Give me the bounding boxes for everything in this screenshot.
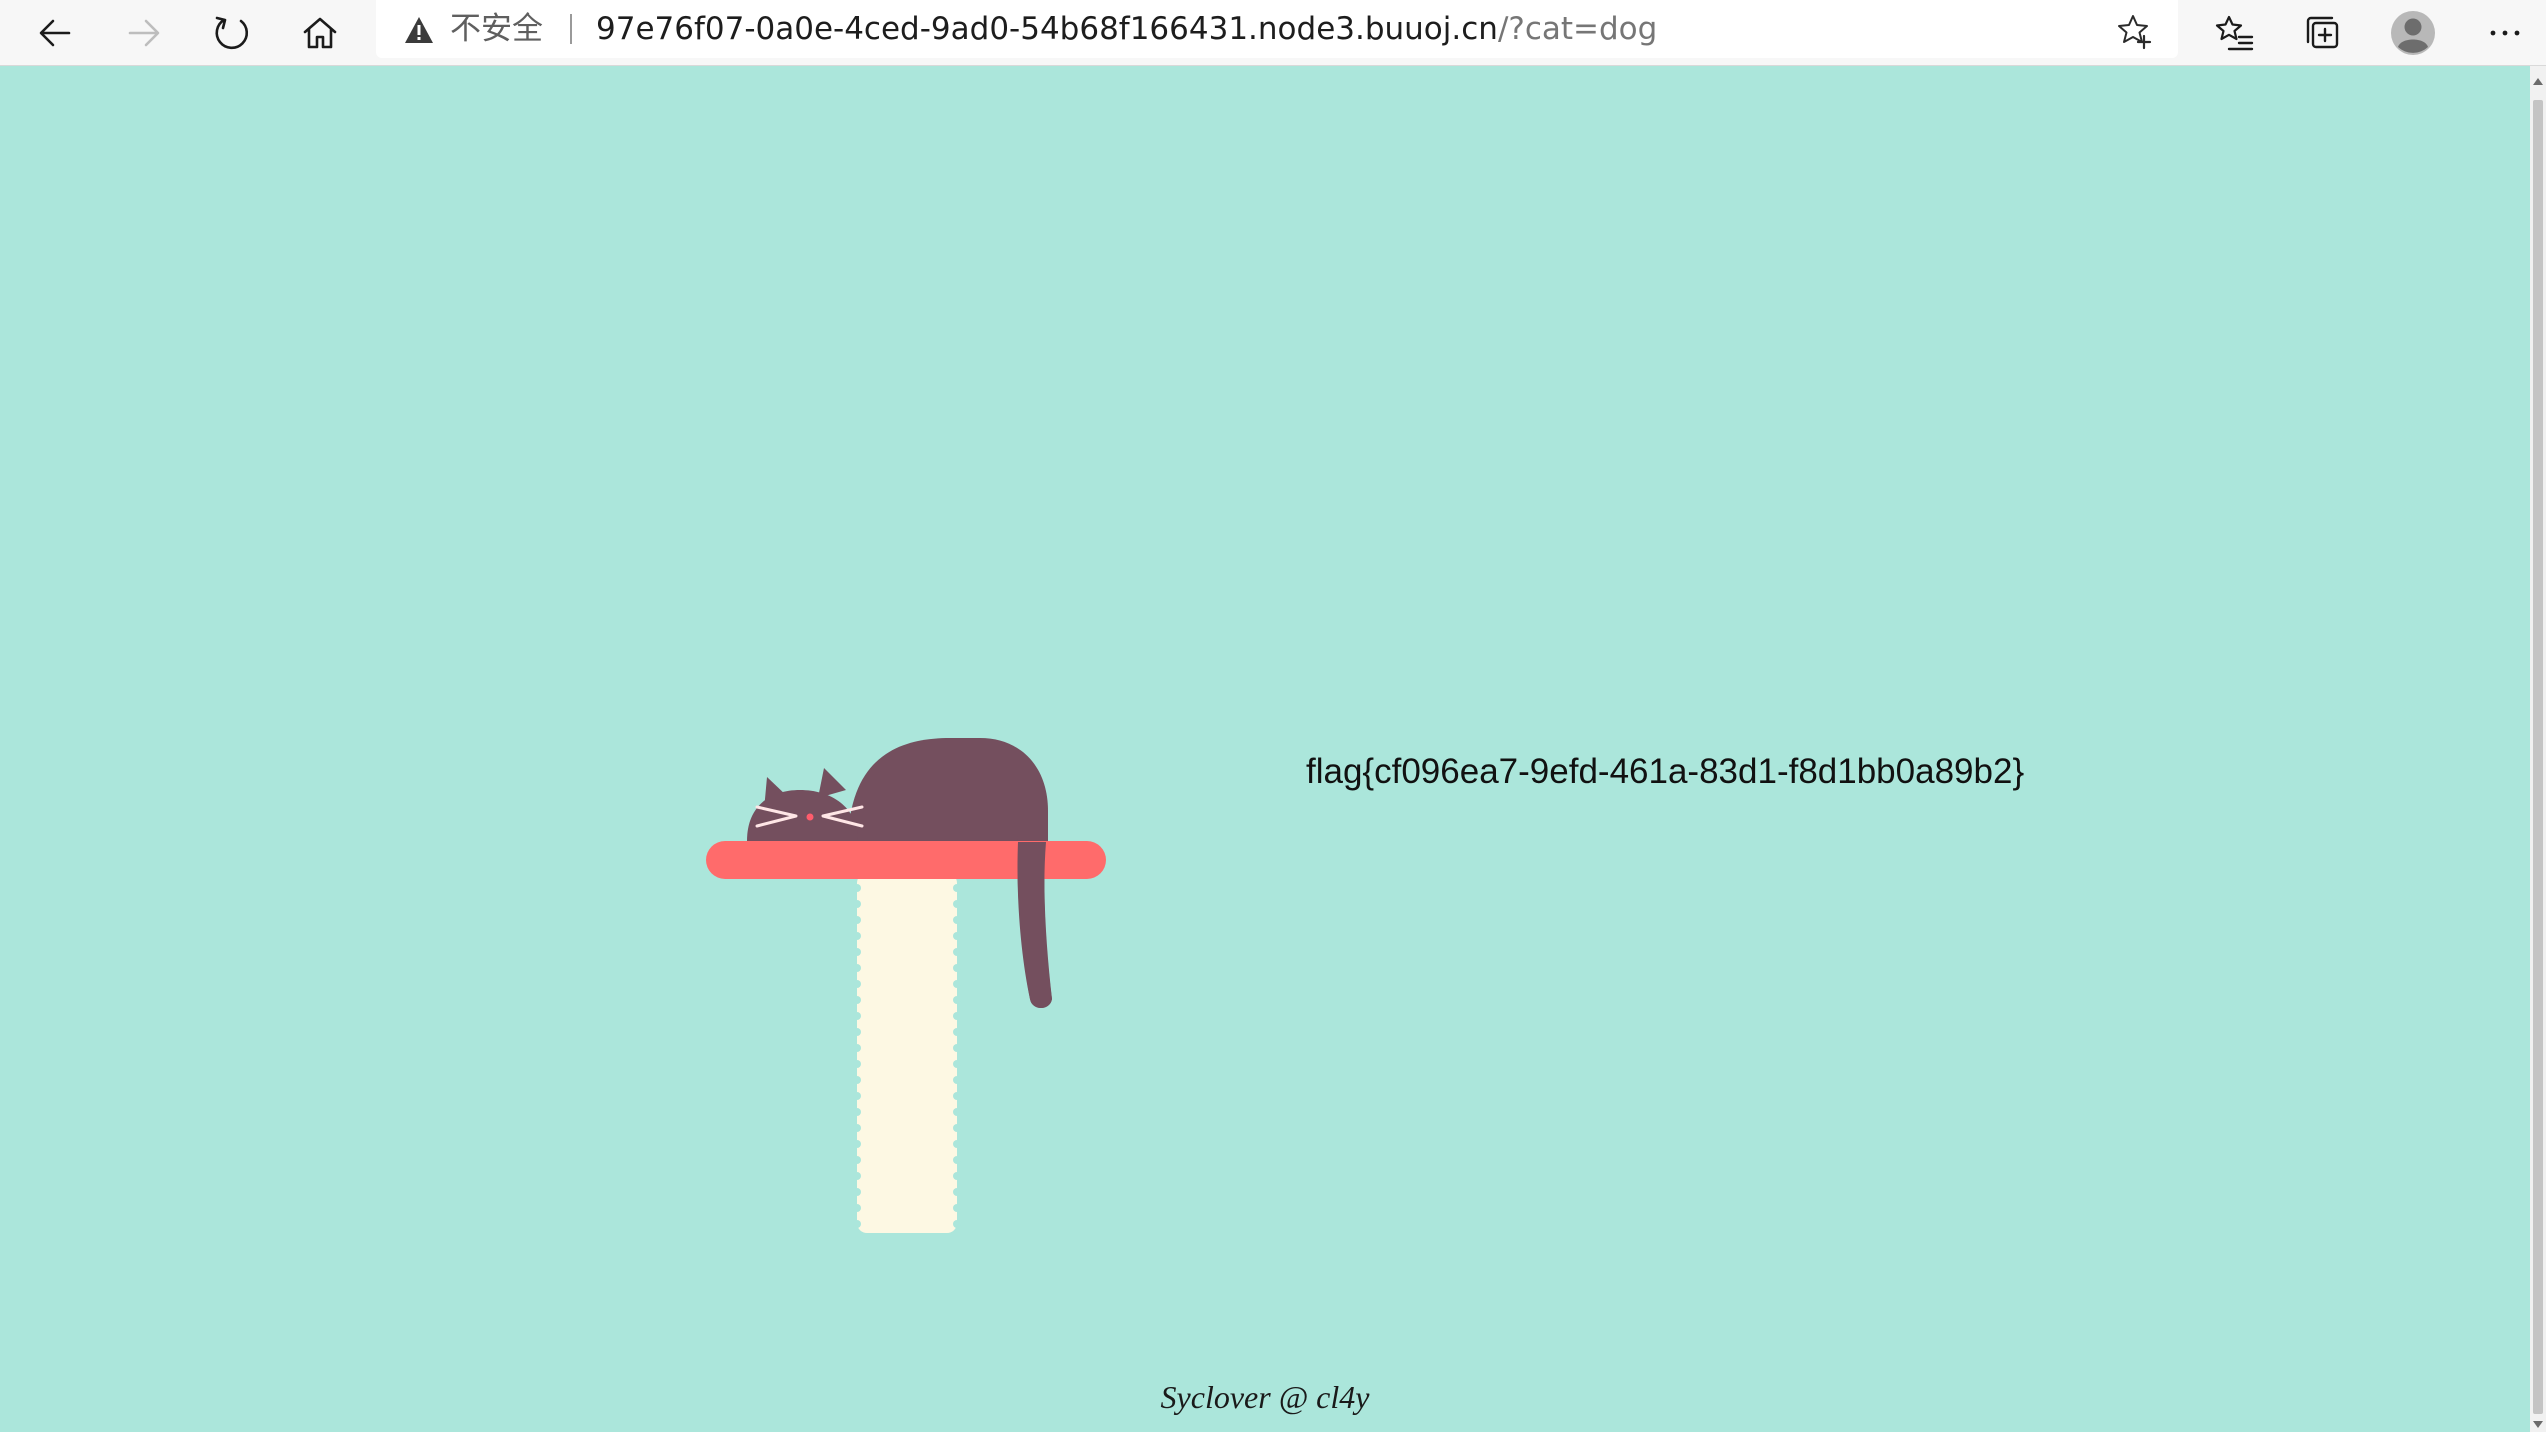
forward-button[interactable] [117,6,171,60]
favorites-button[interactable] [2208,6,2262,60]
profile-avatar-icon [2391,11,2435,55]
scratching-post [853,873,961,1233]
url-text[interactable]: 97e76f07-0a0e-4ced-9ad0-54b68f166431.nod… [596,8,1657,50]
collections-button[interactable] [2296,6,2350,60]
forward-arrow-icon [128,19,160,47]
home-button[interactable] [293,6,347,60]
flag-text: flag{cf096ea7-9efd-461a-83d1-f8d1bb0a89b… [1306,752,2025,791]
star-plus-icon[interactable] [2116,12,2154,50]
warning-triangle-icon[interactable] [404,16,434,44]
vertical-scrollbar[interactable] [2530,66,2546,1432]
cat-nose [806,813,814,821]
cat-illustration [706,738,1106,1233]
shelf-platform [706,841,1106,879]
profile-button[interactable] [2386,6,2440,60]
more-dots-icon [2490,30,2520,36]
scroll-down-arrow-icon[interactable] [2533,1421,2543,1428]
scroll-up-arrow-icon[interactable] [2533,78,2543,85]
address-bar[interactable]: 不安全 97e76f07-0a0e-4ced-9ad0-54b68f166431… [376,0,2178,58]
url-path: /?cat=dog [1497,11,1658,47]
scroll-thumb[interactable] [2533,100,2543,1414]
url-host: 97e76f07-0a0e-4ced-9ad0-54b68f166431.nod… [596,11,1498,47]
page-viewport: flag{cf096ea7-9efd-461a-83d1-f8d1bb0a89b… [0,66,2530,1432]
footer-credit: Syclover @ cl4y [1160,1379,1370,1415]
refresh-button[interactable] [205,6,259,60]
back-arrow-icon [39,19,71,47]
home-icon [303,17,337,49]
back-button[interactable] [28,6,82,60]
refresh-icon [215,16,249,50]
security-label[interactable]: 不安全 [450,8,543,50]
collections-icon [2306,16,2339,49]
browser-toolbar: 不安全 97e76f07-0a0e-4ced-9ad0-54b68f166431… [0,0,2546,66]
settings-more-button[interactable] [2478,6,2532,60]
address-separator [570,14,572,44]
favorites-list-icon [2215,15,2254,51]
